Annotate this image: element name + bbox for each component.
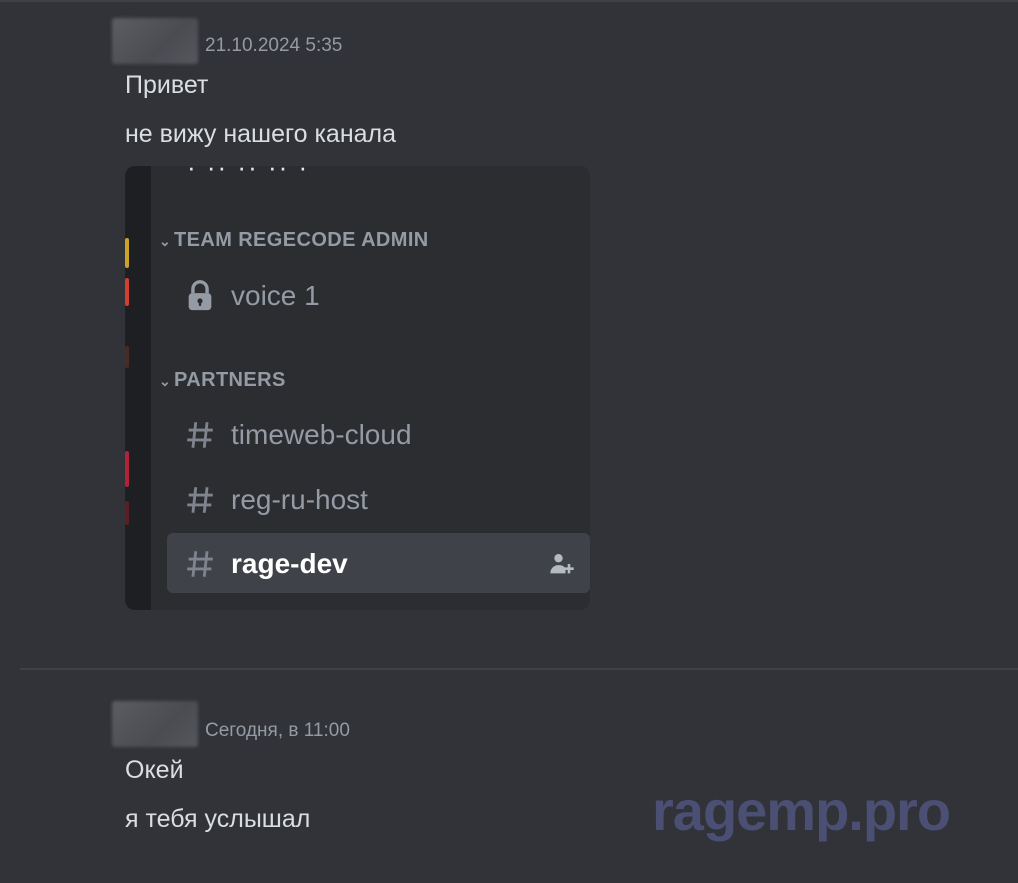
channel-item[interactable]: timeweb-cloud (167, 404, 590, 464)
channel-name: timeweb-cloud (231, 419, 412, 450)
channel-name: reg-ru-host (231, 484, 368, 515)
date-divider (20, 668, 1018, 670)
message-text: Окей (125, 756, 184, 784)
channel-name: voice 1 (231, 280, 320, 311)
message-timestamp: Сегодня, в 11:00 (205, 720, 350, 741)
category-label: TEAM REGECODE ADMIN (174, 229, 429, 251)
watermark: ragemp.pro (652, 779, 951, 842)
hash-icon (187, 422, 213, 448)
category-header[interactable]: ⌄ PARTNERS (159, 369, 286, 392)
channel-item[interactable]: voice 1 (167, 265, 590, 325)
channel-item[interactable]: reg-ru-host (167, 469, 590, 529)
blurred-username (112, 701, 198, 747)
message-text: Привет (125, 71, 209, 99)
message-text: не вижу нашего канала (125, 120, 397, 148)
channel-item-active[interactable]: rage-dev (167, 533, 590, 593)
hash-icon (187, 551, 213, 577)
channel-list: · ·· ·· ·· · ⌄ TEAM REGECODE ADMIN voice … (151, 166, 590, 610)
image-attachment[interactable]: · ·· ·· ·· · ⌄ TEAM REGECODE ADMIN voice … (125, 166, 590, 610)
chevron-down-icon: ⌄ (159, 233, 172, 249)
chevron-down-icon: ⌄ (159, 373, 172, 389)
add-member-icon[interactable] (548, 550, 576, 578)
guild-bar (125, 166, 151, 610)
blurred-username (112, 18, 198, 64)
category-header[interactable]: ⌄ TEAM REGECODE ADMIN (159, 229, 429, 252)
category-label: PARTNERS (174, 369, 286, 391)
message-text: я тебя услышал (125, 805, 311, 833)
channel-name: rage-dev (231, 548, 348, 579)
cropped-channel: · ·· ·· ·· · (187, 166, 310, 182)
lock-icon (188, 280, 212, 311)
message-timestamp: 21.10.2024 5:35 (205, 35, 343, 56)
top-border (0, 0, 1018, 2)
hash-icon (187, 487, 213, 513)
